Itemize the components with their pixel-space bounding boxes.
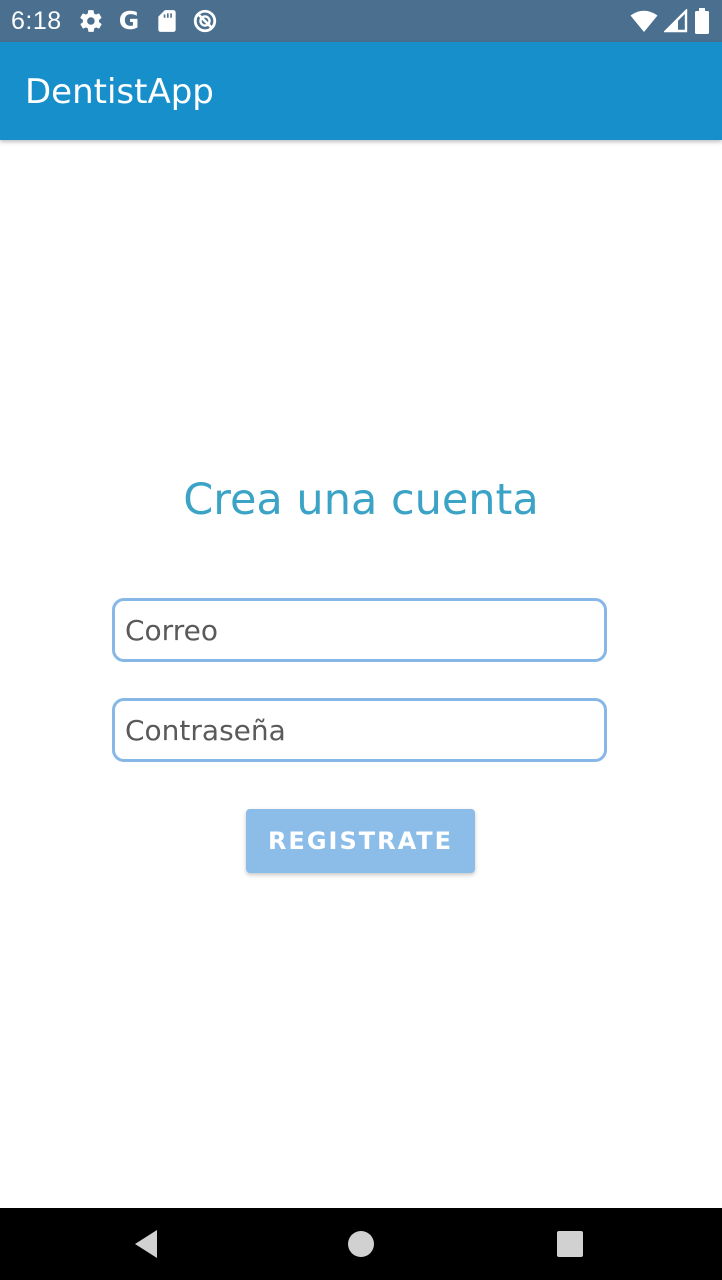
status-system-icons (624, 8, 710, 34)
back-icon[interactable] (131, 1226, 167, 1262)
navigation-bar (0, 1208, 722, 1280)
app-title: DentistApp (25, 72, 214, 112)
email-field-container (112, 598, 607, 662)
status-time: 6:18 (11, 7, 62, 35)
do-not-disturb-icon (193, 9, 217, 33)
google-icon: G (118, 6, 140, 35)
app-bar: DentistApp (0, 42, 722, 140)
recents-icon[interactable] (552, 1226, 588, 1262)
home-icon[interactable] (343, 1226, 379, 1262)
password-field[interactable] (125, 701, 595, 759)
email-field[interactable] (125, 601, 595, 659)
status-notification-icons: G (78, 8, 230, 34)
signal-icon (664, 9, 688, 33)
gear-icon (80, 10, 102, 32)
wifi-icon (630, 10, 658, 32)
password-field-container (112, 698, 607, 762)
battery-icon (695, 8, 709, 34)
status-bar: 6:18 G (0, 0, 722, 42)
page-title: Crea una cuenta (183, 475, 539, 525)
sd-card-icon (158, 10, 176, 32)
register-button[interactable]: REGISTRATE (246, 809, 475, 873)
